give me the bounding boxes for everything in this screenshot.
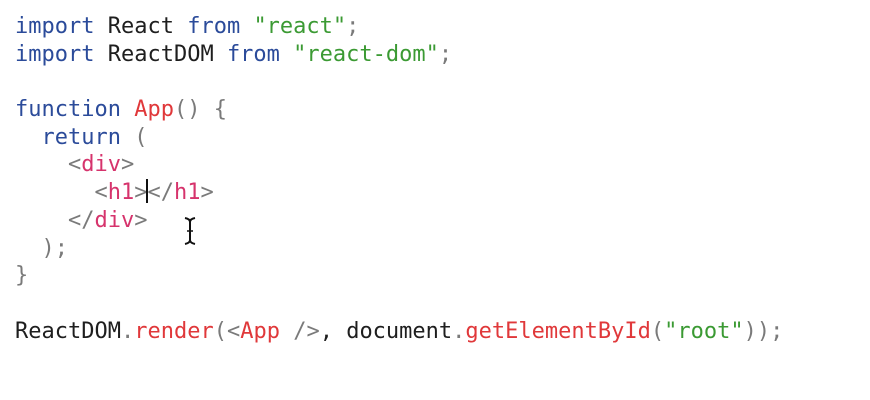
- code-token: React: [94, 14, 188, 39]
- code-token: (: [650, 318, 665, 344]
- code-line[interactable]: [15, 68, 865, 96]
- code-token: >: [134, 207, 148, 233]
- code-token: );: [41, 235, 69, 261]
- code-line[interactable]: ReactDOM.render(<App />, document.getEle…: [15, 318, 865, 346]
- code-token: div: [94, 207, 135, 233]
- code-token: , document: [319, 318, 453, 344]
- code-token: "react": [253, 14, 347, 39]
- code-token: import: [15, 14, 95, 39]
- code-token: div: [81, 152, 121, 178]
- code-token: "root": [664, 318, 744, 344]
- code-token: .: [452, 318, 466, 344]
- code-line[interactable]: <h1></h1>: [15, 179, 865, 207]
- code-token: </: [67, 207, 95, 233]
- code-line[interactable]: [15, 290, 865, 318]
- code-token: />: [279, 318, 320, 344]
- code-token: >: [200, 180, 214, 206]
- code-token: function: [15, 97, 121, 123]
- code-token: .: [120, 318, 135, 344]
- code-line[interactable]: import ReactDOM from "react-dom";: [15, 41, 865, 69]
- code-token: App: [240, 318, 280, 344]
- code-token: import: [15, 41, 95, 67]
- code-token: "react-dom": [293, 41, 439, 67]
- code-token: <: [94, 180, 108, 206]
- code-token: ;: [438, 41, 453, 67]
- code-token: from: [187, 14, 241, 39]
- code-token: getElementById: [465, 318, 651, 344]
- i-beam-cursor-icon: [184, 217, 196, 245]
- code-token: h1: [107, 180, 135, 206]
- code-token: }: [15, 263, 29, 289]
- code-token: ;: [346, 14, 360, 39]
- code-token: from: [226, 41, 280, 67]
- code-line[interactable]: return (: [15, 124, 865, 152]
- code-token: () {: [173, 97, 227, 123]
- code-token: </: [147, 180, 174, 206]
- code-line[interactable]: function App() {: [15, 96, 865, 124]
- code-token: h1: [173, 180, 201, 206]
- code-line[interactable]: </div>: [15, 207, 865, 235]
- code-token: return: [41, 124, 121, 150]
- code-token: (: [120, 124, 148, 150]
- code-token: ReactDOM: [15, 318, 121, 344]
- code-token: (<: [213, 318, 241, 344]
- code-token: ReactDOM: [94, 41, 227, 67]
- code-token: >: [134, 180, 148, 206]
- code-editor[interactable]: import React from "react"; import ReactDO…: [15, 13, 865, 393]
- code-token: render: [134, 318, 214, 344]
- code-token: >: [120, 152, 135, 178]
- code-token: App: [134, 97, 174, 123]
- code-line[interactable]: }: [15, 262, 865, 290]
- code-line[interactable]: <div>: [15, 151, 865, 179]
- code-token: <: [67, 152, 82, 178]
- code-line[interactable]: );: [15, 235, 865, 263]
- code-line[interactable]: import React from "react";: [15, 13, 865, 41]
- code-token: ));: [743, 318, 784, 344]
